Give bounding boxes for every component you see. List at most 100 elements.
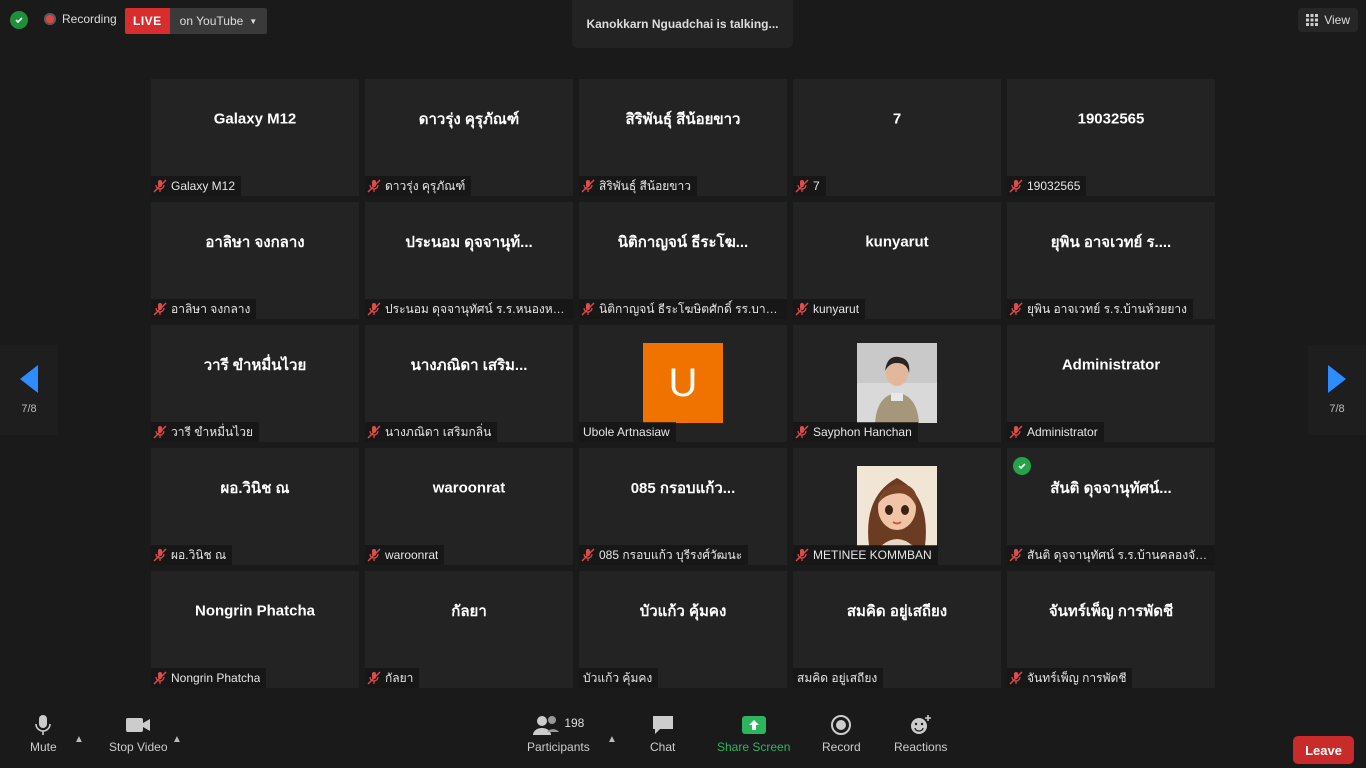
participant-tile[interactable]: นางภณิดา เสริม... นางภณิดา เสริมกลิ่น	[365, 325, 573, 442]
participant-name-label: ประนอม ดุจจานุทัศน์ ร.ร.หนองหญ้...	[365, 299, 573, 319]
participant-name-text: นางภณิดา เสริมกลิ่น	[385, 424, 492, 439]
participant-tile[interactable]: สิริพันธุ์ สีน้อยขาว สิริพันธุ์ สีน้อยขาว	[579, 79, 787, 196]
page-indicator-left: 7/8	[21, 403, 37, 415]
profile-photo	[857, 343, 937, 423]
record-button[interactable]: Record	[822, 714, 861, 754]
participant-tile[interactable]: U Ubole Artnasiaw	[579, 325, 787, 442]
muted-microphone-icon	[367, 179, 381, 193]
muted-microphone-icon	[795, 425, 809, 439]
participant-tile[interactable]: Nongrin Phatcha Nongrin Phatcha	[151, 571, 359, 688]
microphone-icon	[35, 715, 52, 735]
participant-display-name: 7	[892, 110, 902, 128]
triangle-left-icon	[20, 365, 38, 393]
next-page-button[interactable]: 7/8	[1308, 345, 1366, 435]
muted-microphone-icon	[153, 671, 167, 685]
participant-name-text: Sayphon Hanchan	[813, 425, 912, 439]
mute-button[interactable]: Mute	[30, 714, 57, 754]
participant-display-name: ยุพิน อาจเวทย์ ร....	[1050, 233, 1172, 251]
view-button[interactable]: View	[1298, 8, 1358, 32]
participant-tile[interactable]: waroonrat waroonrat	[365, 448, 573, 565]
participants-icon	[533, 716, 560, 735]
participant-name-label: waroonrat	[365, 545, 445, 565]
participant-name-text: จันทร์เพ็ญ การพัดชี	[1027, 670, 1127, 685]
active-speaker-banner: Kanokkarn Nguadchai is talking...	[572, 0, 793, 48]
participant-display-name: นางภณิดา เสริม...	[410, 356, 528, 374]
record-icon	[831, 715, 852, 735]
participant-name-label: บัวแก้ว คุ้มคง	[579, 668, 659, 688]
participant-display-name: กัลยา	[451, 602, 487, 620]
encryption-shield-icon[interactable]	[10, 11, 28, 29]
participants-button[interactable]: 198 Participants	[527, 714, 590, 754]
video-options-chevron-up-icon[interactable]: ▲	[172, 734, 182, 745]
participant-name-text: Ubole Artnasiaw	[583, 425, 670, 439]
participant-name-label: สิริพันธุ์ สีน้อยขาว	[579, 176, 697, 196]
share-screen-button[interactable]: Share Screen	[717, 714, 790, 754]
recording-indicator[interactable]: Recording	[44, 12, 117, 26]
participant-display-name: waroonrat	[432, 479, 506, 497]
participant-tile[interactable]: ดาวรุ่ง คุรุภัณฑ์ ดาวรุ่ง คุรุภัณฑ์	[365, 79, 573, 196]
muted-microphone-icon	[367, 425, 381, 439]
participant-tile[interactable]: สันติ ดุจจานุทัศน์... สันติ ดุจจานุทัศน์ …	[1007, 448, 1215, 565]
participant-tile[interactable]: จันทร์เพ็ญ การพัดชี จันทร์เพ็ญ การพัดชี	[1007, 571, 1215, 688]
muted-microphone-icon	[1009, 671, 1023, 685]
participant-tile[interactable]: METINEE KOMMBAN	[793, 448, 1001, 565]
participant-name-text: ดาวรุ่ง คุรุภัณฑ์	[385, 178, 466, 193]
participant-name-text: วารี ขำหมื่นไวย	[171, 424, 254, 439]
participant-name-label: สมคิด อยู่เสถียง	[793, 668, 884, 688]
participant-name-text: บัวแก้ว คุ้มคง	[583, 670, 653, 685]
participant-display-name: Nongrin Phatcha	[194, 602, 315, 620]
meeting-toolbar: Mute ▲ Stop Video ▲ 198 Participants ▲ C…	[0, 708, 1366, 768]
participant-tile[interactable]: วารี ขำหมื่นไวย วารี ขำหมื่นไวย	[151, 325, 359, 442]
participant-name-text: Nongrin Phatcha	[171, 671, 261, 685]
muted-microphone-icon	[581, 179, 595, 193]
live-stream-indicator[interactable]: LIVE on YouTube ▼	[125, 8, 268, 34]
stop-video-button[interactable]: Stop Video	[109, 714, 168, 754]
participant-name-text: kunyarut	[813, 302, 860, 316]
muted-microphone-icon	[153, 302, 167, 316]
participant-name-label: Sayphon Hanchan	[793, 422, 918, 442]
previous-page-button[interactable]: 7/8	[0, 345, 58, 435]
chat-button[interactable]: Chat	[650, 714, 675, 754]
reactions-button[interactable]: Reactions	[894, 714, 947, 754]
participant-tile[interactable]: บัวแก้ว คุ้มคง บัวแก้ว คุ้มคง	[579, 571, 787, 688]
participant-tile[interactable]: kunyarut kunyarut	[793, 202, 1001, 319]
participant-tile[interactable]: อาลิษา จงกลาง อาลิษา จงกลาง	[151, 202, 359, 319]
participant-display-name: 085 กรอบแก้ว...	[630, 479, 736, 497]
participant-tile[interactable]: Administrator Administrator	[1007, 325, 1215, 442]
participant-tile[interactable]: Galaxy M12 Galaxy M12	[151, 79, 359, 196]
recording-label: Recording	[62, 12, 117, 26]
participant-name-label: 7	[793, 176, 826, 196]
participant-name-label: 19032565	[1007, 176, 1087, 196]
muted-microphone-icon	[795, 302, 809, 316]
participant-display-name: สิริพันธุ์ สีน้อยขาว	[625, 110, 741, 128]
leave-button[interactable]: Leave	[1293, 736, 1354, 764]
participant-display-name: จันทร์เพ็ญ การพัดชี	[1048, 602, 1174, 620]
participant-tile[interactable]: กัลยา กัลยา	[365, 571, 573, 688]
participant-tile[interactable]: Sayphon Hanchan	[793, 325, 1001, 442]
participant-tile[interactable]: สมคิด อยู่เสถียง สมคิด อยู่เสถียง	[793, 571, 1001, 688]
chat-bubble-icon	[652, 716, 673, 734]
participant-display-name: วารี ขำหมื่นไวย	[203, 356, 307, 374]
participants-options-chevron-up-icon[interactable]: ▲	[607, 734, 617, 745]
participant-name-text: นิติกาญจน์ ธีระโฆษิตศักดิ์ รร.บางขุนน...	[599, 301, 781, 316]
participant-tile[interactable]: 77	[793, 79, 1001, 196]
participant-tile[interactable]: ประนอม ดุจจานุท้... ประนอม ดุจจานุทัศน์ ร…	[365, 202, 573, 319]
participants-count: 198	[564, 716, 585, 730]
participant-name-text: Galaxy M12	[171, 179, 236, 193]
participant-tile[interactable]: ยุพิน อาจเวทย์ ร.... ยุพิน อาจเวทย์ ร.ร.บ…	[1007, 202, 1215, 319]
grid-view-icon	[1306, 14, 1319, 26]
muted-microphone-icon	[367, 548, 381, 562]
participant-name-text: 085 กรอบแก้ว บุรีรงศ์วัฒนะ	[599, 547, 743, 562]
participant-tile[interactable]: 19032565 19032565	[1007, 79, 1215, 196]
participant-tile[interactable]: 085 กรอบแก้ว... 085 กรอบแก้ว บุรีรงศ์วัฒน…	[579, 448, 787, 565]
muted-microphone-icon	[795, 548, 809, 562]
audio-options-chevron-up-icon[interactable]: ▲	[74, 734, 84, 745]
participant-name-label: นิติกาญจน์ ธีระโฆษิตศักดิ์ รร.บางขุนน...	[579, 299, 787, 319]
live-destination: on YouTube ▼	[169, 8, 268, 34]
participant-tile[interactable]: ผอ.วินิช ณผอ.วินิช ณ	[151, 448, 359, 565]
muted-microphone-icon	[1009, 548, 1023, 562]
participant-name-label: วารี ขำหมื่นไวย	[151, 422, 260, 442]
participant-tile[interactable]: นิติกาญจน์ ธีระโฆ... นิติกาญจน์ ธีระโฆษิต…	[579, 202, 787, 319]
muted-microphone-icon	[1009, 302, 1023, 316]
participant-name-text: ผอ.วินิช ณ	[171, 547, 227, 562]
